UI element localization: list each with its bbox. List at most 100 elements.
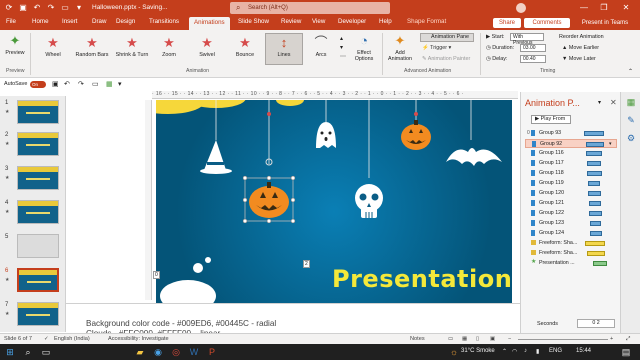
redo-icon[interactable]: ↷ [46, 3, 56, 13]
anim-lines[interactable]: ↕ Lines [267, 36, 301, 59]
slide-thumbnail-5[interactable] [17, 234, 59, 258]
redo-icon[interactable]: ↷ [78, 80, 84, 88]
anim-zoom[interactable]: ★ Zoom [154, 36, 184, 59]
anim-list-item[interactable]: Group 122 [525, 209, 617, 218]
search-box[interactable]: ⌕ Search (Alt+Q) [230, 2, 390, 14]
gallery-up-icon[interactable]: ▴ [340, 35, 343, 42]
notes-pane[interactable]: Background color code - #009ED6, #00445C… [66, 303, 520, 338]
tray-chevron-icon[interactable]: ⌃ [502, 348, 507, 355]
notifications-icon[interactable]: ▤ [620, 346, 632, 358]
tab-transitions[interactable]: Transitions [149, 18, 179, 25]
undo-icon[interactable]: ↶ [64, 80, 70, 88]
save-icon[interactable]: ▣ [18, 3, 28, 13]
add-animation-button[interactable]: ✦ Add Animation [385, 34, 415, 63]
spellcheck-icon[interactable]: ✓ [44, 336, 49, 342]
autosave-toggle[interactable]: On [30, 81, 46, 88]
save-icon[interactable]: ▣ [52, 80, 59, 88]
slide-title[interactable]: Presentation [332, 265, 512, 293]
format-icon[interactable]: ✎ [625, 114, 637, 126]
slide-thumbnail-3[interactable] [17, 166, 59, 190]
volume-icon[interactable]: ♪ [524, 348, 527, 354]
undo-icon[interactable]: ↶ [32, 3, 42, 13]
slide-thumbnail-7[interactable] [17, 302, 59, 326]
zoom-out-icon[interactable]: − [508, 336, 511, 342]
zoom-slider[interactable] [518, 339, 608, 340]
close-button[interactable]: ✕ [618, 1, 634, 15]
seconds-zoom[interactable]: 0 2 [577, 319, 615, 328]
tab-help[interactable]: Help [379, 18, 392, 25]
anim-list-item[interactable]: Group 120 [525, 189, 617, 198]
tab-animations[interactable]: Animations [189, 17, 230, 30]
clock[interactable]: 15:44 [576, 348, 591, 354]
settings-icon[interactable]: ⚙ [625, 132, 637, 144]
word-icon[interactable]: W [188, 346, 200, 358]
maximize-button[interactable]: ❐ [596, 1, 612, 15]
anim-arcs[interactable]: ⌒ Arcs [306, 36, 336, 59]
anim-list-item[interactable]: Group 123 [525, 219, 617, 228]
anim-list-item[interactable]: Group 117 [525, 159, 617, 168]
motion-path-start[interactable] [414, 112, 418, 116]
anim-list-item[interactable]: Group 121 [525, 199, 617, 208]
sorter-view-icon[interactable]: ▦ [462, 336, 467, 342]
minimize-button[interactable]: — [576, 1, 592, 15]
anim-list-item[interactable]: Group 116 [525, 149, 617, 158]
tab-view[interactable]: View [312, 18, 325, 25]
anim-list-item-selected[interactable]: Group 92 ▾ [525, 139, 617, 148]
collapse-ribbon-icon[interactable]: ⌃ [628, 68, 633, 75]
accessibility-status[interactable]: Accessibility: Investigate [108, 336, 169, 342]
close-pane-icon[interactable]: ✕ [610, 98, 617, 107]
anim-shrink-turn[interactable]: ★ Shrink & Turn [112, 36, 152, 59]
trigger-button[interactable]: ⚡ Trigger ▾ [422, 45, 451, 51]
anim-list-item[interactable]: Group 119 [525, 179, 617, 188]
fit-to-window-icon[interactable]: ⤢ [626, 336, 630, 343]
wifi-icon[interactable]: ◠ [512, 348, 517, 355]
gallery-down-icon[interactable]: ▾ [340, 44, 343, 51]
anim-list-item[interactable]: 0 Group 93 [525, 129, 617, 138]
designer-icon[interactable]: ▦ [625, 96, 637, 108]
powerpoint-icon[interactable]: P [206, 346, 218, 358]
slide-thumbnail-1[interactable] [17, 100, 59, 124]
tab-home[interactable]: Home [32, 18, 49, 25]
tab-draw[interactable]: Draw [92, 18, 106, 25]
duration-input[interactable]: 03.00 [520, 44, 546, 52]
customize-icon[interactable]: ▾ [118, 80, 122, 88]
language-indicator[interactable]: ENG [549, 348, 562, 354]
present-in-teams-button[interactable]: Present in Teams [574, 18, 636, 28]
anim-list-item[interactable]: Freeform: Sha... [525, 249, 617, 258]
share-button[interactable]: Share [493, 18, 521, 28]
present-icon[interactable]: ▦ [106, 80, 113, 88]
tab-developer[interactable]: Developer [338, 18, 366, 25]
start-dropdown[interactable]: With Previous [510, 33, 544, 46]
tab-design[interactable]: Design [116, 18, 135, 25]
animation-pane-button[interactable]: Animation Pane [420, 33, 474, 42]
anim-swivel[interactable]: ★ Swivel [192, 36, 222, 59]
autosave-icon[interactable]: ⟳ [4, 3, 14, 13]
slide-thumbnail-4[interactable] [17, 200, 59, 224]
file-explorer-icon[interactable]: ▰ [134, 346, 146, 358]
pane-options-icon[interactable]: ▾ [598, 99, 601, 106]
battery-icon[interactable]: ▮ [536, 348, 539, 355]
slide-canvas[interactable]: Presentation [156, 100, 512, 303]
anim-list-item[interactable]: Group 118 [525, 169, 617, 178]
tab-file[interactable]: File [6, 18, 16, 25]
effect-options-button[interactable]: ◔ Effect Options [350, 34, 378, 63]
edge-icon[interactable]: ◉ [152, 346, 164, 358]
slide-thumbnail-6[interactable] [17, 268, 59, 292]
anim-list-item[interactable]: Freeform: Sha... [525, 239, 617, 248]
normal-view-icon[interactable]: ▭ [448, 336, 453, 342]
account-avatar[interactable] [516, 3, 526, 13]
preview-button[interactable]: ✦ Preview [4, 34, 26, 57]
comments-button[interactable]: Comments [524, 18, 570, 28]
slideshow-icon[interactable]: ▭ [92, 80, 99, 88]
chrome-icon[interactable]: ◎ [170, 346, 182, 358]
anim-list-item[interactable]: Group 124 [525, 229, 617, 238]
windows-start-icon[interactable]: ⊞ [4, 346, 16, 358]
animation-painter-button[interactable]: ✎ Animation Painter [422, 56, 470, 62]
move-later-button[interactable]: ▼ Move Later [562, 56, 596, 62]
gallery-more-icon[interactable]: ⋯ [340, 53, 346, 60]
item-dropdown-icon[interactable]: ▾ [609, 141, 612, 147]
anim-list-item[interactable]: ★ Presentation ... [525, 259, 617, 268]
anim-bounce[interactable]: ★ Bounce [229, 36, 261, 59]
search-icon[interactable]: ⌕ [22, 346, 34, 358]
language[interactable]: English (India) [54, 336, 90, 342]
